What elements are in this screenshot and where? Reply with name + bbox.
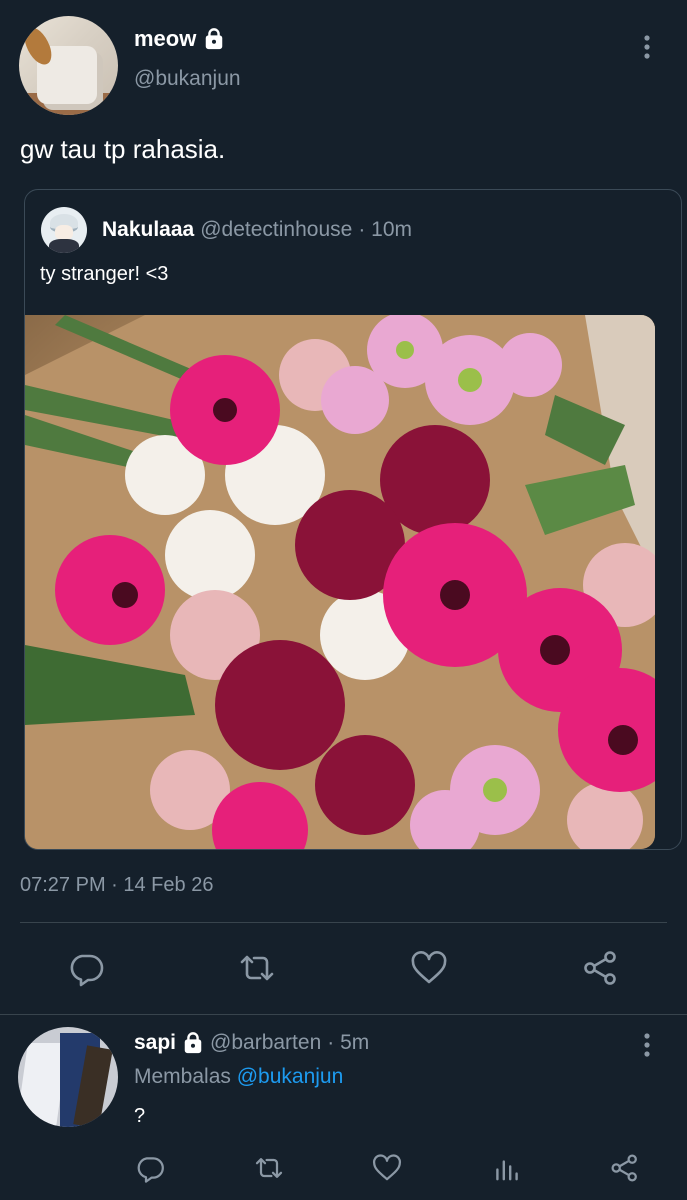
author-display-name[interactable]: meow <box>134 26 196 52</box>
quoted-author-avatar[interactable] <box>41 207 87 253</box>
reply-like-button[interactable] <box>371 1152 403 1184</box>
divider <box>20 922 667 923</box>
lock-icon <box>206 28 223 50</box>
quoted-text: ty stranger! <3 <box>40 263 169 285</box>
replying-mention-link[interactable]: @bukanjun <box>237 1065 344 1088</box>
like-icon <box>373 1154 401 1181</box>
retweet-button[interactable] <box>237 948 277 988</box>
reply-icon <box>137 1157 164 1183</box>
quoted-media-image[interactable] <box>25 315 655 849</box>
reply-time: · 5m <box>327 1031 370 1054</box>
like-button[interactable] <box>409 948 449 988</box>
reply-reply-button[interactable] <box>134 1152 166 1184</box>
main-tweet: meow @bukanjun gw tau tp rahasia. Nakula… <box>0 0 687 1014</box>
reply-share-button[interactable] <box>609 1152 641 1184</box>
reply-analytics-button[interactable] <box>491 1152 523 1184</box>
tweet-text: gw tau tp rahasia. <box>20 134 226 164</box>
retweet-icon <box>240 955 274 981</box>
reply-button[interactable] <box>66 948 106 988</box>
replying-to: Membalas @bukanjun <box>134 1065 343 1089</box>
author-name-row: meow <box>134 26 225 52</box>
share-button[interactable] <box>581 948 621 988</box>
quoted-handle: @detectinhouse <box>200 218 353 241</box>
tweet-timestamp[interactable]: 07:27 PM · 14 Feb 26 <box>20 874 213 897</box>
author-handle[interactable]: @bukanjun <box>134 67 241 91</box>
reply-handle[interactable]: @barbarten <box>210 1031 321 1055</box>
lock-icon <box>184 1032 202 1054</box>
like-icon <box>411 951 447 984</box>
more-options-icon[interactable] <box>637 1031 657 1061</box>
share-icon <box>611 1154 637 1182</box>
reply-icon <box>70 954 104 987</box>
replying-prefix: Membalas <box>134 1065 231 1088</box>
reply-retweet-button[interactable] <box>253 1152 285 1184</box>
analytics-icon <box>496 1160 518 1181</box>
reply-author-avatar[interactable] <box>18 1027 118 1127</box>
quoted-display-name: Nakulaaa <box>102 218 195 241</box>
quoted-header: Nakulaaa @detectinhouse · 10m <box>102 218 412 242</box>
retweet-icon <box>255 1158 283 1178</box>
more-options-icon[interactable] <box>637 33 657 63</box>
share-icon <box>584 951 616 985</box>
author-avatar[interactable] <box>19 16 118 115</box>
reply-tweet[interactable]: sapi @barbarten · 5m Membalas @bukanjun … <box>0 1015 687 1200</box>
quoted-time: · 10m <box>358 218 413 241</box>
reply-text: ? <box>134 1105 146 1127</box>
quoted-tweet[interactable]: Nakulaaa @detectinhouse · 10m ty strange… <box>24 189 682 850</box>
reply-display-name[interactable]: sapi <box>134 1031 176 1055</box>
reply-header: sapi @barbarten · 5m <box>134 1031 369 1055</box>
